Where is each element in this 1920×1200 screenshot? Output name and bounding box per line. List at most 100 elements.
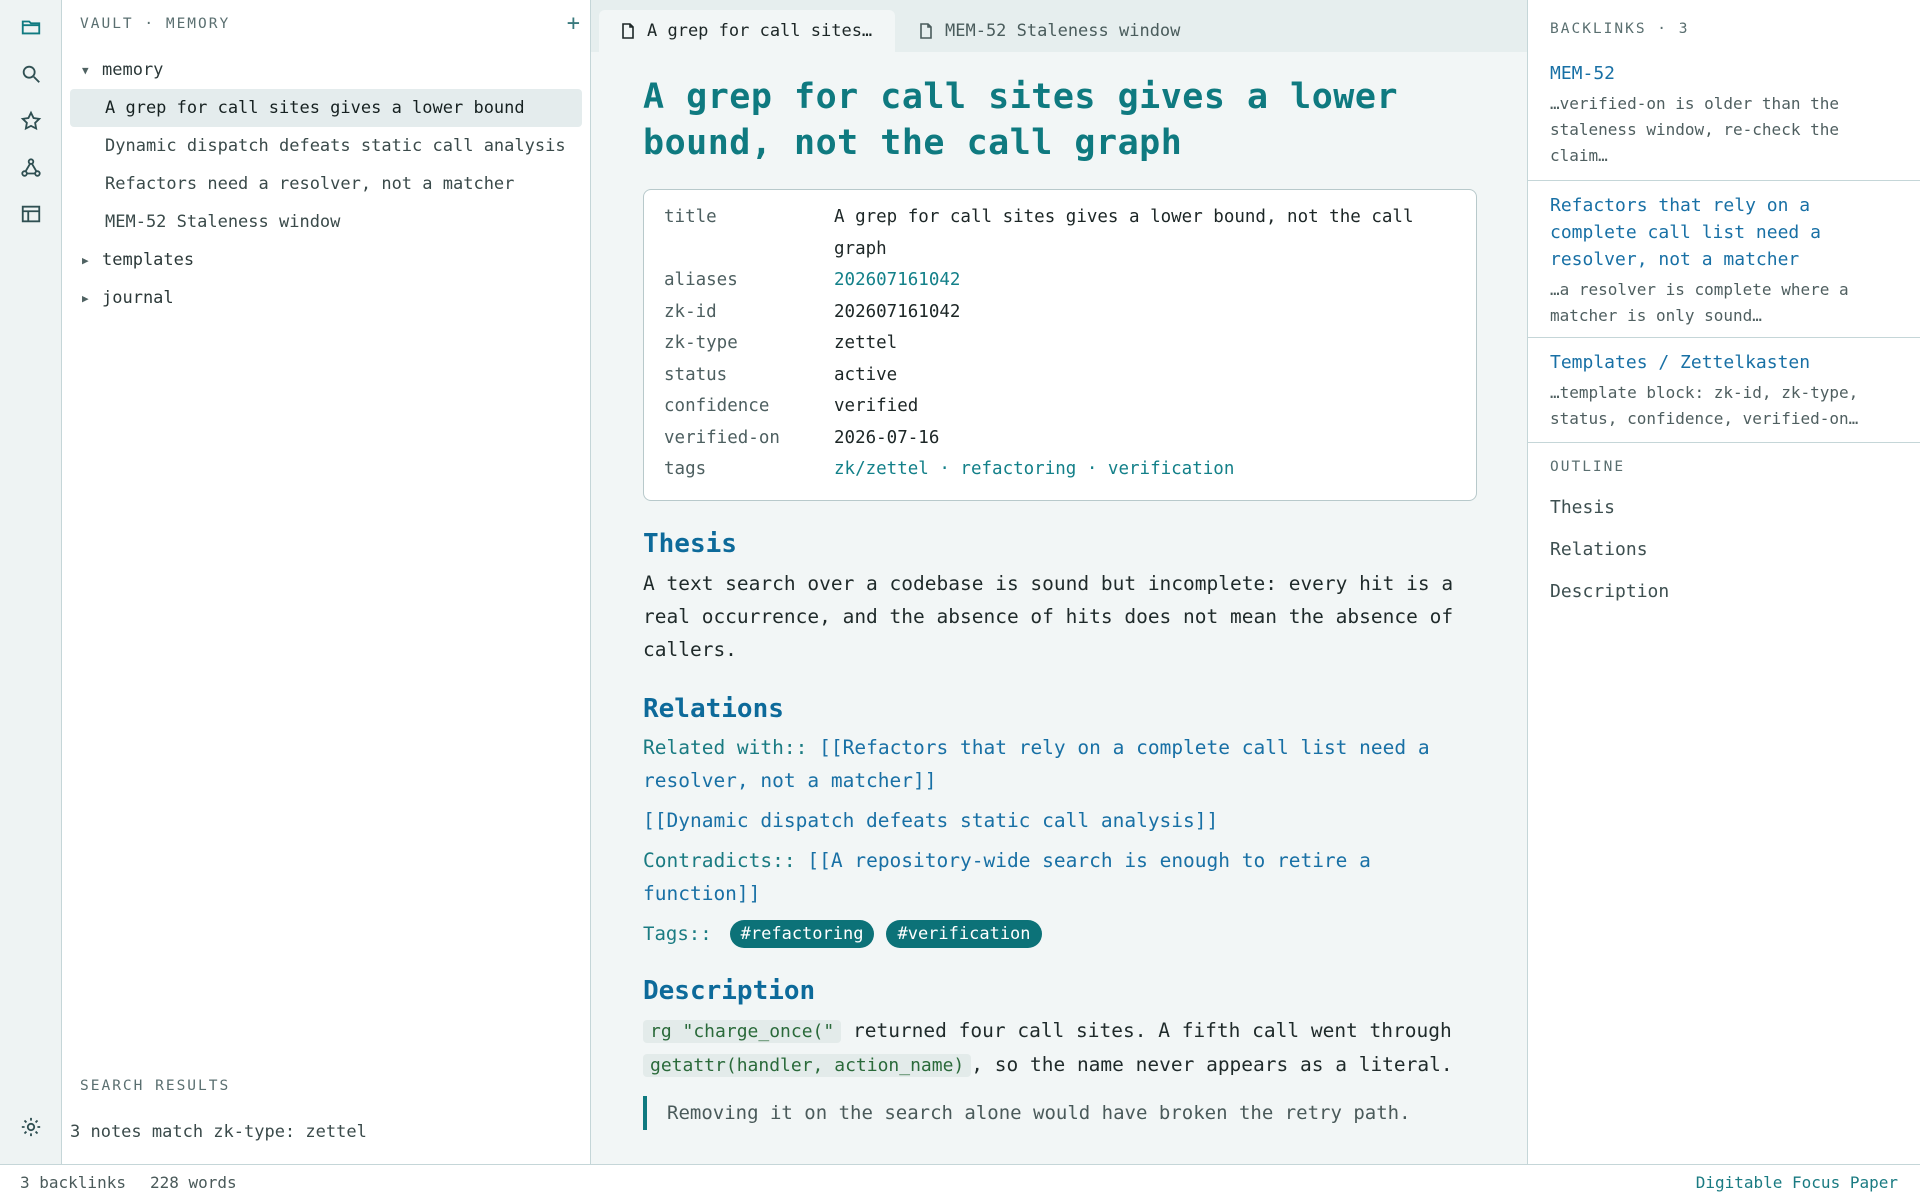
- relation-related-2: [[Dynamic dispatch defeats static call a…: [643, 804, 1477, 837]
- property-key: aliases: [664, 270, 738, 290]
- tags-row: Tags:: #refactoring #verification: [643, 919, 1477, 948]
- property-row[interactable]: status active: [664, 360, 1456, 392]
- relation-related: Related with:: [[Refactors that rely on …: [643, 731, 1477, 797]
- description-paragraph: rg "charge_once(" returned four call sit…: [643, 1014, 1477, 1082]
- chevron-right-icon: ▶: [82, 253, 89, 267]
- property-row[interactable]: verified-on 2026-07-16: [664, 423, 1456, 455]
- backlink-item[interactable]: MEM-52 …verified-on is older than the st…: [1528, 60, 1920, 181]
- description-text: , so the name never appears as a literal…: [971, 1052, 1453, 1076]
- editor-pane: A grep for call sites… MEM-52 Staleness …: [591, 0, 1528, 1164]
- folder-templates[interactable]: ▶ templates: [70, 241, 582, 279]
- tab-grep-note[interactable]: A grep for call sites…: [599, 10, 895, 52]
- note-label: Refactors need a resolver, not a matcher: [105, 174, 515, 194]
- relation-key: Related with::: [643, 735, 808, 759]
- tree-note-refactors-resolver[interactable]: Refactors need a resolver, not a matcher: [70, 165, 582, 203]
- theme-name[interactable]: Digitable Focus Paper: [1696, 1173, 1898, 1192]
- inline-code: rg "charge_once(": [643, 1019, 842, 1043]
- chevron-down-icon: ▼: [82, 63, 89, 77]
- folder-memory[interactable]: ▼ memory: [70, 51, 582, 89]
- tab-label: A grep for call sites…: [647, 21, 873, 41]
- tab-mem52[interactable]: MEM-52 Staleness window: [897, 10, 1180, 52]
- backlink-snippet: …a resolver is complete where a matcher …: [1550, 280, 1849, 325]
- document-icon: [622, 23, 634, 39]
- property-value: zettel: [834, 333, 898, 353]
- page-title: A grep for call sites gives a lower boun…: [643, 74, 1477, 166]
- heading-thesis: Thesis: [643, 528, 737, 559]
- folder-icon[interactable]: [19, 15, 43, 39]
- property-value: verified: [834, 396, 919, 416]
- title-line-2: bound, not the call graph: [643, 123, 1183, 163]
- folder-label: journal: [102, 288, 174, 308]
- file-tree: ▼ memory A grep for call sites gives a l…: [70, 51, 582, 317]
- relation-key: Contradicts::: [643, 848, 796, 872]
- backlink-item[interactable]: Templates / Zettelkasten …template block…: [1528, 349, 1920, 443]
- folder-label: memory: [102, 60, 164, 80]
- ribbon: [0, 0, 62, 1164]
- property-value: active: [834, 364, 898, 385]
- backlink-count[interactable]: 3 backlinks: [20, 1173, 126, 1192]
- star-icon[interactable]: [19, 109, 43, 133]
- property-row[interactable]: title A grep for call sites gives a lower…: [664, 202, 1456, 265]
- search-result-summary[interactable]: 3 notes match zk-type: zettel: [70, 1122, 367, 1142]
- properties-panel: title A grep for call sites gives a lower…: [643, 189, 1477, 501]
- blockquote: Removing it on the search alone would ha…: [643, 1095, 1477, 1130]
- property-value[interactable]: zk/zettel · refactoring · verification: [834, 454, 1456, 486]
- settings-icon[interactable]: [19, 1115, 43, 1139]
- backlink-title[interactable]: Templates / Zettelkasten: [1550, 349, 1898, 376]
- property-row[interactable]: zk-id 202607161042: [664, 297, 1456, 329]
- tree-note-grep-lower-bound[interactable]: A grep for call sites gives a lower boun…: [70, 89, 582, 127]
- note-label: MEM-52 Staleness window: [105, 212, 341, 232]
- property-row[interactable]: zk-type zettel: [664, 328, 1456, 360]
- property-value: 202607161042: [834, 301, 961, 322]
- explorer-header: VAULT · MEMORY +: [80, 13, 580, 35]
- folder-label: templates: [102, 250, 195, 270]
- tree-note-mem52[interactable]: MEM-52 Staleness window: [70, 203, 582, 241]
- tree-note-dynamic-dispatch[interactable]: Dynamic dispatch defeats static call ana…: [70, 127, 582, 165]
- backlink-item[interactable]: Refactors that rely on a complete call l…: [1528, 192, 1920, 338]
- table-icon[interactable]: [19, 202, 43, 226]
- property-row[interactable]: aliases 202607161042: [664, 265, 1456, 297]
- tag-pill[interactable]: #refactoring: [729, 919, 875, 948]
- folder-journal[interactable]: ▶ journal: [70, 279, 582, 317]
- property-key: zk-type: [664, 333, 738, 353]
- property-key: verified-on: [664, 427, 780, 448]
- backlinks-header: BACKLINKS · 3: [1550, 21, 1690, 37]
- description-text: returned four call sites. A fifth call w…: [841, 1018, 1452, 1042]
- search-results-header: SEARCH RESULTS: [80, 1078, 231, 1094]
- search-icon[interactable]: [19, 62, 43, 86]
- chevron-right-icon: ▶: [82, 291, 89, 305]
- note-label: A grep for call sites gives a lower boun…: [105, 98, 525, 118]
- tags-key: Tags::: [643, 922, 712, 945]
- property-key: confidence: [664, 396, 770, 416]
- outline-item-thesis[interactable]: Thesis: [1550, 497, 1615, 518]
- vault-title: VAULT · MEMORY: [80, 16, 231, 32]
- file-explorer: VAULT · MEMORY + ▼ memory A grep for cal…: [62, 0, 591, 1164]
- heading-description: Description: [643, 975, 816, 1006]
- graph-icon[interactable]: [19, 156, 43, 180]
- outline-item-description[interactable]: Description: [1550, 581, 1669, 602]
- property-row[interactable]: tags zk/zettel · refactoring · verificati…: [664, 454, 1456, 486]
- backlink-title[interactable]: MEM-52: [1550, 60, 1898, 87]
- backlink-snippet: …verified-on is older than the staleness…: [1550, 94, 1839, 165]
- property-value: A grep for call sites gives a lower boun…: [834, 207, 1414, 259]
- property-row[interactable]: confidence verified: [664, 391, 1456, 423]
- tag-pill[interactable]: #verification: [886, 919, 1042, 948]
- right-sidebar: BACKLINKS · 3 MEM-52 …verified-on is old…: [1528, 0, 1920, 1164]
- note-content: A grep for call sites gives a lower boun…: [643, 74, 1477, 1130]
- property-key: title: [664, 207, 717, 227]
- property-key: zk-id: [664, 301, 717, 322]
- outline-item-relations[interactable]: Relations: [1550, 539, 1648, 560]
- relation-contradicts: Contradicts:: [[A repository-wide search…: [643, 844, 1477, 910]
- wikilink[interactable]: [[Dynamic dispatch defeats static call a…: [643, 809, 1218, 832]
- property-value: 2026-07-16: [834, 427, 940, 448]
- inline-code: getattr(handler, action_name): [643, 1053, 972, 1077]
- thesis-paragraph: A text search over a codebase is sound b…: [643, 571, 1454, 661]
- backlink-title[interactable]: Refactors that rely on a complete call l…: [1550, 192, 1898, 273]
- property-value[interactable]: 202607161042: [834, 265, 1456, 297]
- word-count: 228 words: [149, 1173, 237, 1192]
- property-key: status: [664, 364, 728, 385]
- status-bar: 3 backlinks 228 words Digitable Focus Pa…: [0, 1164, 1920, 1200]
- outline-header: OUTLINE: [1550, 459, 1626, 475]
- note-label: Dynamic dispatch defeats static call ana…: [105, 136, 566, 156]
- new-note-button[interactable]: +: [567, 13, 580, 35]
